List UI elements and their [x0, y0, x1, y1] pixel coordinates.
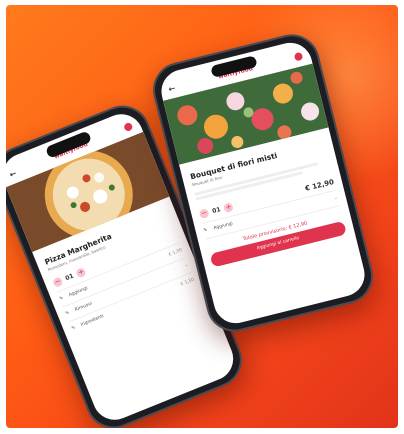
promo-banner: ← waitlyfood Pizza Margherita Pomodoro, …	[6, 5, 398, 428]
option-ingredients-price: € 1,50	[180, 277, 196, 288]
option-remove-label: Rimuovi	[74, 301, 94, 314]
chevron-down-icon: ⌄	[183, 262, 190, 269]
decrease-button[interactable]: −	[198, 208, 210, 220]
increase-button[interactable]: +	[75, 266, 88, 279]
decrease-button[interactable]: −	[51, 276, 64, 289]
quantity-value: 01	[64, 272, 75, 283]
quantity-value: 01	[211, 206, 222, 215]
profile-icon[interactable]	[123, 121, 134, 133]
option-add-label: Aggiungi	[213, 221, 234, 232]
option-add-price: € 1,00	[168, 247, 184, 258]
increase-button[interactable]: +	[223, 202, 235, 213]
option-ingredients-label: Ingredienti	[80, 314, 105, 328]
profile-icon[interactable]	[293, 51, 304, 62]
chevron-down-icon: ⌄	[333, 195, 339, 202]
